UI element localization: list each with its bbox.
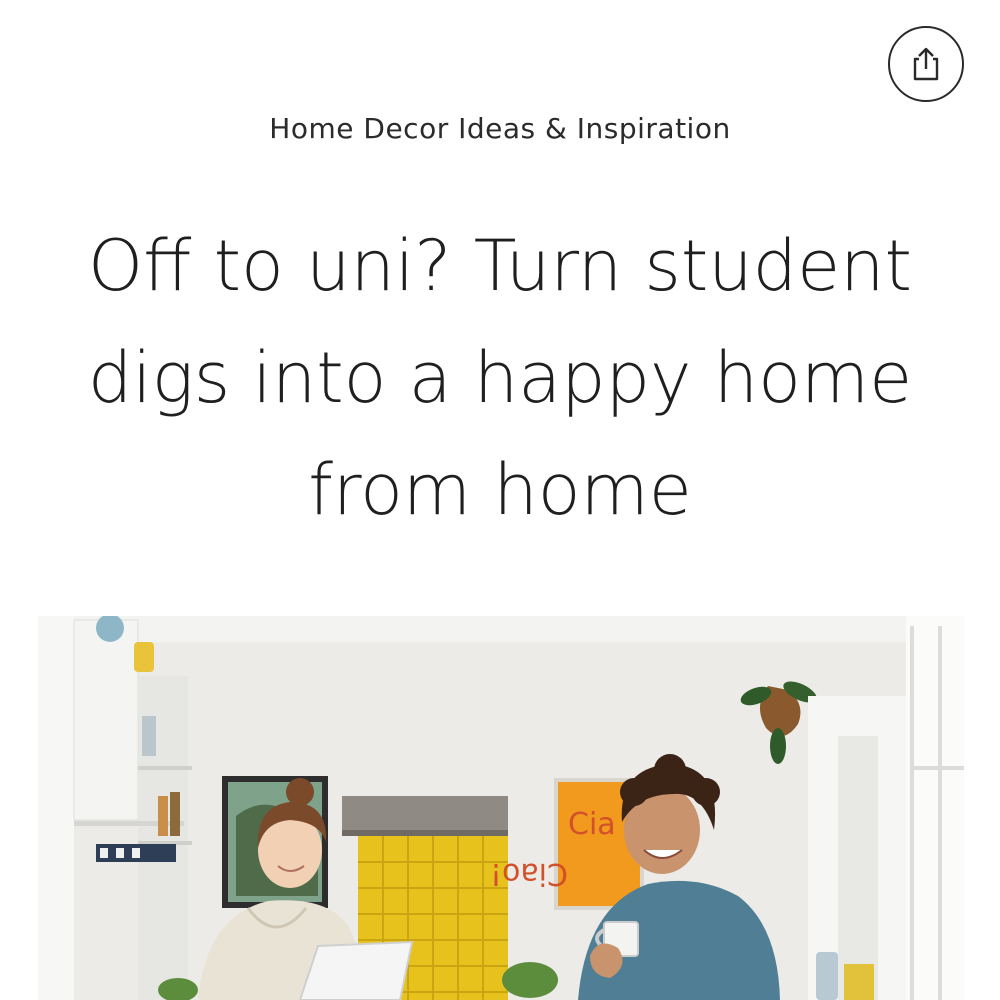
poster-text-top: Cia: [568, 807, 616, 842]
poster-text-bottom: Ciao!: [490, 856, 568, 891]
hero-image: Cia Ciao!: [38, 616, 964, 1000]
share-icon: [908, 45, 944, 83]
article-category[interactable]: Home Decor Ideas & Inspiration: [0, 112, 1000, 145]
share-button[interactable]: [888, 26, 964, 102]
page: Home Decor Ideas & Inspiration Off to un…: [0, 0, 1000, 1000]
article-title: Off to uni? Turn student digs into a hap…: [87, 225, 913, 531]
